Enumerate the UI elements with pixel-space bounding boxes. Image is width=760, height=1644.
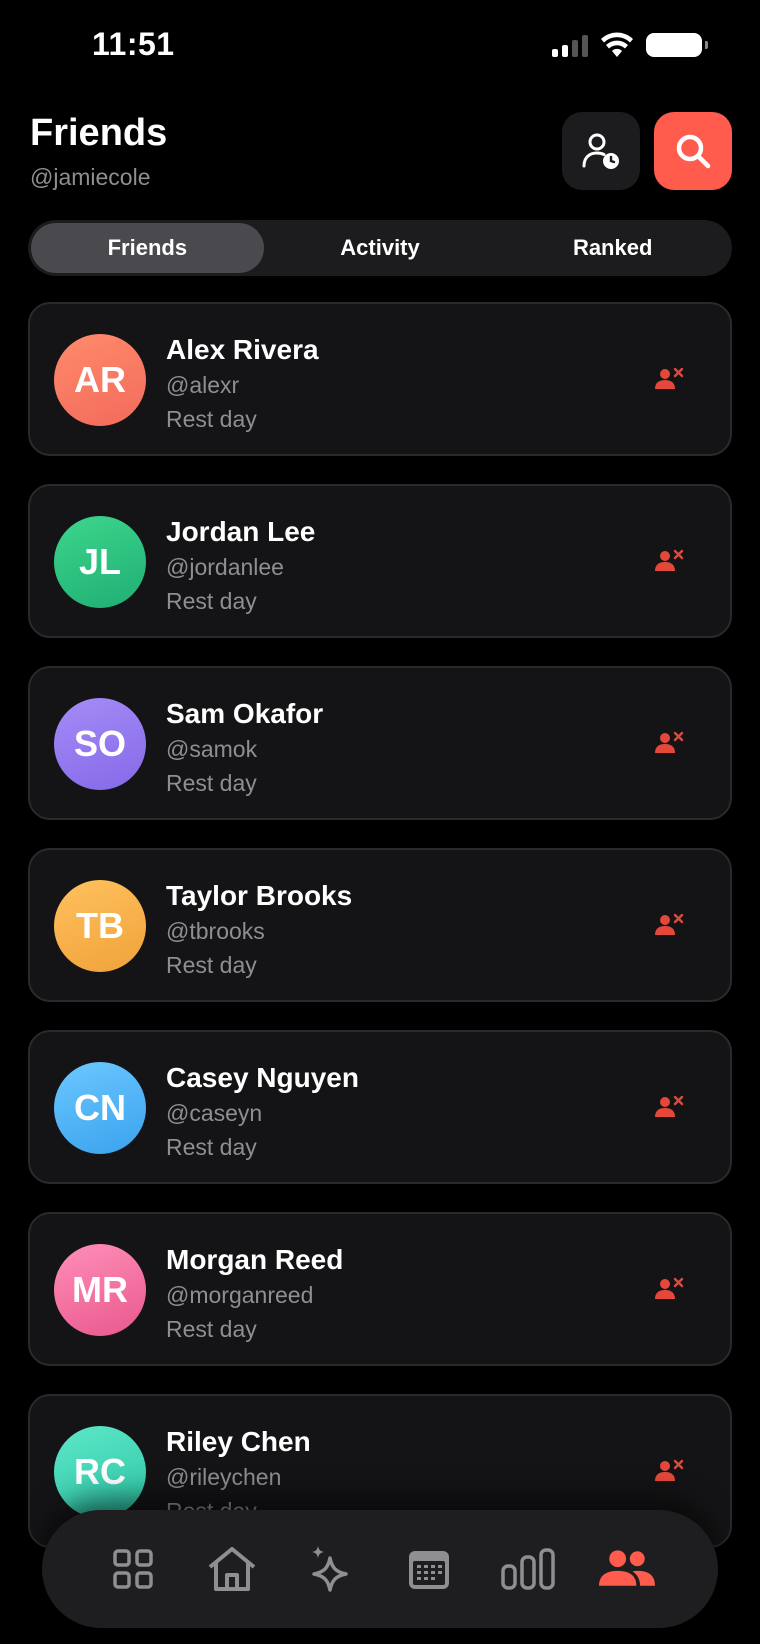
friend-card[interactable]: JL Jordan Lee @jordanlee Rest day xyxy=(28,484,732,638)
user-remove-icon xyxy=(655,367,684,389)
remove-friend-button[interactable] xyxy=(654,1274,686,1304)
avatar: TB xyxy=(54,880,146,972)
status-bar: 11:51 xyxy=(0,0,760,90)
status-icons xyxy=(552,32,708,58)
friend-name: Sam Okafor xyxy=(166,698,324,729)
remove-friend-button[interactable] xyxy=(654,728,686,758)
friend-name: Casey Nguyen xyxy=(166,1062,359,1093)
friend-list: AR Alex Rivera @alexr Rest day JL Jordan… xyxy=(28,302,732,1576)
friend-requests-button[interactable] xyxy=(562,112,640,190)
grid-icon xyxy=(113,1549,154,1589)
wifi-icon xyxy=(601,32,633,57)
friend-card[interactable]: MR Morgan Reed @morganreed Rest day xyxy=(28,1212,732,1366)
friend-name: Morgan Reed xyxy=(166,1244,344,1275)
friend-status: Rest day xyxy=(166,1134,257,1160)
friend-status: Rest day xyxy=(166,770,257,796)
segmented-control: Friends Activity Ranked xyxy=(28,220,732,276)
friend-handle: @caseyn xyxy=(166,1100,263,1126)
tab-bar-ai[interactable] xyxy=(303,1541,359,1597)
search-button[interactable] xyxy=(654,112,732,190)
friend-handle: @tbrooks xyxy=(166,918,265,944)
remove-friend-button[interactable] xyxy=(654,1456,686,1486)
tab-activity[interactable]: Activity xyxy=(264,223,497,273)
user-remove-icon xyxy=(655,913,684,935)
remove-friend-button[interactable] xyxy=(654,1092,686,1122)
avatar: AR xyxy=(54,334,146,426)
friend-status: Rest day xyxy=(166,588,257,614)
friend-status: Rest day xyxy=(166,1316,257,1342)
friend-status: Rest day xyxy=(166,406,257,432)
friend-status: Rest day xyxy=(166,952,257,978)
avatar: CN xyxy=(54,1062,146,1154)
tab-bar-dashboard[interactable] xyxy=(105,1541,161,1597)
user-handle: @jamiecole xyxy=(30,164,151,190)
user-remove-icon xyxy=(655,549,684,571)
friend-name: Riley Chen xyxy=(166,1426,311,1457)
remove-friend-button[interactable] xyxy=(654,910,686,940)
remove-friend-button[interactable] xyxy=(654,364,686,394)
bar-chart-icon xyxy=(501,1548,555,1590)
friend-name: Jordan Lee xyxy=(166,516,316,547)
user-remove-icon xyxy=(655,731,684,753)
friend-card[interactable]: SO Sam Okafor @samok Rest day xyxy=(28,666,732,820)
friend-card[interactable]: TB Taylor Brooks @tbrooks Rest day xyxy=(28,848,732,1002)
tab-bar-friends[interactable] xyxy=(598,1541,655,1597)
home-icon xyxy=(208,1547,256,1591)
avatar: MR xyxy=(54,1244,146,1336)
avatar: SO xyxy=(54,698,146,790)
user-remove-icon xyxy=(655,1095,684,1117)
friend-handle: @rileychen xyxy=(166,1464,282,1490)
cellular-signal-icon xyxy=(552,33,588,57)
user-remove-icon xyxy=(655,1277,684,1299)
friend-name: Alex Rivera xyxy=(166,334,319,365)
tab-bar-stats[interactable] xyxy=(500,1541,556,1597)
friend-name: Taylor Brooks xyxy=(166,880,353,911)
user-clock-icon xyxy=(582,133,619,169)
status-time: 11:51 xyxy=(92,26,175,62)
sparkles-icon xyxy=(311,1546,348,1592)
friend-handle: @jordanlee xyxy=(166,554,284,580)
people-icon xyxy=(598,1550,655,1586)
bottom-tab-bar xyxy=(42,1510,718,1628)
avatar: JL xyxy=(54,516,146,608)
tab-friends[interactable]: Friends xyxy=(31,223,264,273)
tab-bar-calendar[interactable] xyxy=(401,1541,457,1597)
friend-handle: @morganreed xyxy=(166,1282,314,1308)
friend-handle: @samok xyxy=(166,736,258,762)
friend-card[interactable]: AR Alex Rivera @alexr Rest day xyxy=(28,302,732,456)
avatar: RC xyxy=(54,1426,146,1518)
tab-bar-home[interactable] xyxy=(204,1541,260,1597)
friend-handle: @alexr xyxy=(166,372,240,398)
search-icon xyxy=(676,134,711,169)
friend-card[interactable]: CN Casey Nguyen @caseyn Rest day xyxy=(28,1030,732,1184)
user-remove-icon xyxy=(655,1459,684,1481)
calendar-icon xyxy=(409,1551,450,1589)
remove-friend-button[interactable] xyxy=(654,546,686,576)
battery-icon xyxy=(646,33,708,57)
page-title: Friends xyxy=(30,112,168,154)
tab-ranked[interactable]: Ranked xyxy=(496,223,729,273)
